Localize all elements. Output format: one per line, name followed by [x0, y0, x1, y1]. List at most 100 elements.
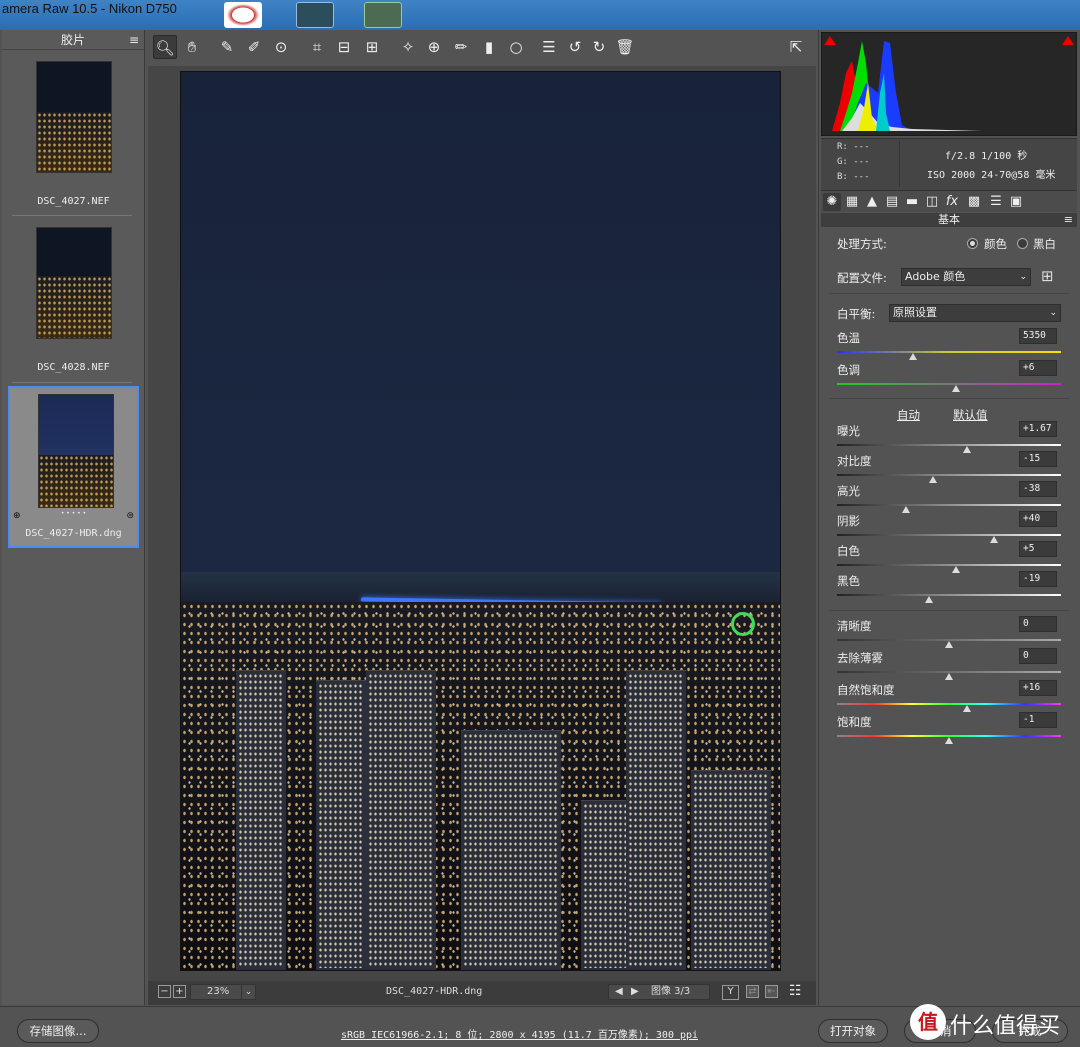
compare-button[interactable]: Y [722, 985, 739, 1000]
detail-icon[interactable]: ▲ [863, 193, 881, 211]
next-image-icon[interactable]: ▶ [631, 985, 639, 999]
slider-track[interactable] [837, 351, 1061, 353]
filmstrip-item-selected[interactable]: ⊕ • • • • • ⊜ DSC_4027-HDR.dng [8, 386, 139, 548]
straighten-icon[interactable]: ⊟ [332, 35, 356, 59]
graduated-filter-icon[interactable]: ▮ [477, 35, 501, 59]
zoom-in-button[interactable]: + [173, 985, 186, 998]
prev-image-icon[interactable]: ◀ [615, 985, 623, 999]
slider-handle[interactable] [924, 596, 933, 603]
preview-image[interactable] [180, 71, 781, 971]
copy-settings-icon[interactable]: ⇤ [765, 985, 778, 998]
slider-track[interactable] [837, 534, 1061, 536]
rgb-readout-b: B: --- [837, 172, 870, 182]
save-image-button[interactable]: 存储图像... [17, 1019, 99, 1043]
zoom-icon[interactable]: 🔍︎ [153, 35, 177, 59]
spot-removal-icon[interactable]: ✧ [396, 35, 420, 59]
basic-panel-icon[interactable]: ✺ [823, 193, 841, 211]
treatment-bw-label[interactable]: 黑白 [1033, 236, 1056, 252]
slider-value-input[interactable]: +6 [1019, 360, 1057, 376]
effects-icon[interactable]: fx [943, 193, 961, 211]
default-button[interactable]: 默认值 [953, 407, 988, 423]
adjustment-brush-icon[interactable]: ✏ [449, 35, 473, 59]
fullscreen-icon[interactable]: ⇱ [784, 35, 808, 59]
slider-value-input[interactable]: -38 [1019, 481, 1057, 497]
slider-value-input[interactable]: +40 [1019, 511, 1057, 527]
color-sampler-icon[interactable]: ✐ [242, 35, 266, 59]
presets-icon[interactable]: ☰ [537, 35, 561, 59]
slider-handle[interactable] [962, 446, 971, 453]
slider-track[interactable] [837, 703, 1061, 705]
slider-track[interactable] [837, 444, 1061, 446]
readout-area: R: --- G: --- B: --- f/2.8 1/100 秒 ISO 2… [821, 138, 1077, 190]
profile-select[interactable]: Adobe 颜色 ⌄ [901, 268, 1031, 286]
slider-value-input[interactable]: +1.67 [1019, 421, 1057, 437]
slider-track[interactable] [837, 594, 1061, 596]
slider-handle[interactable] [945, 737, 953, 744]
slider-handle[interactable] [962, 705, 971, 712]
settings-icon[interactable]: ☷ [789, 983, 802, 999]
rotate-right-icon[interactable]: ↻ [587, 35, 611, 59]
treatment-bw-radio[interactable] [1017, 238, 1028, 249]
slider-value-input[interactable]: 0 [1019, 616, 1057, 632]
red-eye-icon[interactable]: ⊕ [422, 35, 446, 59]
taskbar-app-icon[interactable] [296, 2, 334, 28]
swap-icon[interactable]: ⇄ [746, 985, 759, 998]
rotate-left-icon[interactable]: ↺ [563, 35, 587, 59]
rating-dots[interactable]: • • • • • [10, 510, 137, 517]
highlight-clipping-icon[interactable] [1062, 36, 1074, 48]
profile-browser-icon[interactable]: ⊞ [1041, 267, 1054, 285]
trash-icon[interactable]: 🗑︎ [613, 35, 637, 59]
menu-icon[interactable]: ≡ [129, 30, 139, 50]
white-balance-select[interactable]: 原照设置 ⌄ [889, 304, 1061, 322]
bay-water [181, 572, 780, 602]
hsl-icon[interactable]: ▤ [883, 193, 901, 211]
slider-track[interactable] [837, 383, 1061, 385]
treatment-color-label[interactable]: 颜色 [984, 236, 1007, 252]
shadow-clipping-icon[interactable] [824, 36, 836, 48]
lens-icon[interactable]: ◫ [923, 193, 941, 211]
radial-filter-icon[interactable]: ○ [504, 35, 528, 59]
slider-handle[interactable] [909, 353, 918, 360]
camera-calibration-icon[interactable]: ▩ [965, 193, 983, 211]
slider-value-input[interactable]: 0 [1019, 648, 1057, 664]
hand-icon[interactable]: ✋︎ [180, 35, 204, 59]
slider-handle[interactable] [951, 385, 960, 392]
slider-handle[interactable] [902, 506, 911, 513]
crop-icon[interactable]: ⌗ [305, 35, 329, 59]
slider-handle[interactable] [945, 673, 953, 680]
auto-button[interactable]: 自动 [897, 407, 920, 423]
menu-icon[interactable]: ≡ [1064, 213, 1073, 227]
slider-track[interactable] [837, 564, 1061, 566]
tone-curve-icon[interactable]: ▦ [843, 193, 861, 211]
workflow-options-link[interactable]: sRGB IEC61966-2.1; 8 位; 2800 x 4195 (11.… [341, 1026, 698, 1041]
taskbar-app-icon[interactable] [364, 2, 402, 28]
slider-value-input[interactable]: +16 [1019, 680, 1057, 696]
image-canvas[interactable] [148, 66, 816, 981]
slider-value-input[interactable]: -19 [1019, 571, 1057, 587]
slider-value-input[interactable]: +5 [1019, 541, 1057, 557]
filmstrip-item[interactable]: DSC_4027.NEF [8, 56, 139, 216]
white-balance-icon[interactable]: ✎ [215, 35, 239, 59]
split-toning-icon[interactable]: ▬ [903, 193, 921, 211]
filmstrip-item[interactable]: DSC_4028.NEF [8, 222, 139, 382]
zoom-select[interactable]: 23% ⌄ [190, 984, 256, 1000]
slider-handle[interactable] [929, 476, 938, 483]
slider-value-input[interactable]: -1 [1019, 712, 1057, 728]
slider-value-input[interactable]: 5350 [1019, 328, 1057, 344]
open-object-button[interactable]: 打开对象 [818, 1019, 888, 1043]
slider-value-input[interactable]: -15 [1019, 451, 1057, 467]
slider-track[interactable] [837, 474, 1061, 476]
adjust-icon[interactable]: ⊜ [126, 511, 134, 521]
slider-handle[interactable] [951, 566, 960, 573]
slider-handle[interactable] [989, 536, 998, 543]
profile-value: Adobe 颜色 [905, 270, 966, 283]
treatment-color-radio[interactable] [967, 238, 978, 249]
presets-panel-icon[interactable]: ☰ [987, 193, 1005, 211]
taskbar-app-icon[interactable] [224, 2, 262, 28]
snapshots-icon[interactable]: ▣ [1007, 193, 1025, 211]
targeted-adjust-icon[interactable]: ⊙ [269, 35, 293, 59]
transform-icon[interactable]: ⊞ [360, 35, 384, 59]
slider-handle[interactable] [945, 641, 953, 648]
slider-track[interactable] [837, 504, 1061, 506]
zoom-out-button[interactable]: − [158, 985, 171, 998]
